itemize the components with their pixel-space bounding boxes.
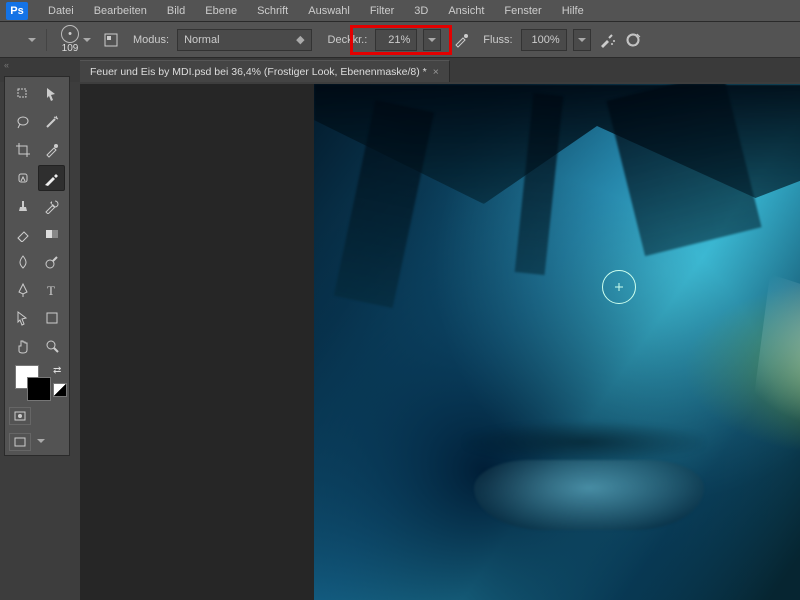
swap-colors-icon[interactable]: ⇄ bbox=[53, 365, 61, 376]
hand-tool[interactable] bbox=[9, 333, 36, 359]
menu-bar: Ps Datei Bearbeiten Bild Ebene Schrift A… bbox=[0, 0, 800, 22]
document-canvas[interactable] bbox=[314, 84, 800, 600]
opacity-label: Deckkr.: bbox=[322, 34, 370, 46]
menu-select[interactable]: Auswahl bbox=[298, 2, 360, 20]
current-tool-icon[interactable] bbox=[14, 31, 22, 49]
artwork-region bbox=[464, 422, 704, 462]
opacity-dropdown[interactable] bbox=[423, 29, 441, 51]
blend-mode-value: Normal bbox=[184, 34, 284, 46]
path-select-tool[interactable] bbox=[9, 305, 36, 331]
canvas-area[interactable] bbox=[80, 84, 800, 600]
screenmode-row bbox=[9, 427, 65, 451]
move-tool[interactable] bbox=[9, 81, 36, 107]
history-brush-tool[interactable] bbox=[38, 193, 65, 219]
quickmask-toggle[interactable] bbox=[9, 407, 31, 425]
close-icon[interactable]: × bbox=[433, 66, 439, 78]
chevron-down-icon bbox=[578, 38, 586, 42]
blend-mode-dropdown[interactable]: Normal ◆ bbox=[177, 29, 311, 51]
artwork-region bbox=[474, 460, 704, 530]
tools-panel: T ⇄ bbox=[4, 76, 70, 456]
pen-tool[interactable] bbox=[9, 277, 36, 303]
menu-edit[interactable]: Bearbeiten bbox=[84, 2, 157, 20]
menu-window[interactable]: Fenster bbox=[494, 2, 551, 20]
arrow-tool[interactable] bbox=[38, 81, 65, 107]
brush-tool[interactable] bbox=[38, 165, 65, 191]
opacity-value: 21% bbox=[382, 34, 410, 46]
chevron-down-icon bbox=[428, 38, 436, 42]
artwork-region bbox=[714, 274, 800, 444]
airbrush-icon[interactable] bbox=[597, 30, 617, 50]
color-swatches[interactable]: ⇄ bbox=[9, 365, 65, 399]
brush-panel-toggle-icon[interactable] bbox=[101, 30, 121, 50]
menu-3d[interactable]: 3D bbox=[404, 2, 438, 20]
zoom-tool[interactable] bbox=[38, 333, 65, 359]
dock-grip[interactable]: « bbox=[4, 60, 14, 70]
document-tab-bar: Feuer und Eis by MDI.psd bei 36,4% (Fros… bbox=[0, 58, 800, 82]
options-bar: • 109 Modus: Normal ◆ Deckkr.: 21% Fluss… bbox=[0, 22, 800, 58]
menu-view[interactable]: Ansicht bbox=[438, 2, 494, 20]
menu-filter[interactable]: Filter bbox=[360, 2, 404, 20]
chevron-down-icon bbox=[83, 38, 91, 42]
crop-tool[interactable] bbox=[9, 137, 36, 163]
menu-file[interactable]: Datei bbox=[38, 2, 84, 20]
eyedropper-tool[interactable] bbox=[38, 137, 65, 163]
document-tab[interactable]: Feuer und Eis by MDI.psd bei 36,4% (Fros… bbox=[80, 60, 450, 82]
opacity-field[interactable]: 21% bbox=[375, 29, 417, 51]
lasso-tool[interactable] bbox=[9, 109, 36, 135]
svg-text:T: T bbox=[47, 283, 55, 298]
clone-stamp-tool[interactable] bbox=[9, 193, 36, 219]
opacity-group: Deckkr.: 21% bbox=[318, 27, 446, 53]
mode-label: Modus: bbox=[127, 34, 171, 46]
flow-label: Fluss: bbox=[477, 34, 514, 46]
brush-preset-picker[interactable]: • 109 bbox=[57, 24, 95, 55]
healing-brush-tool[interactable] bbox=[9, 165, 36, 191]
app-logo[interactable]: Ps bbox=[6, 2, 28, 20]
flow-dropdown[interactable] bbox=[573, 29, 591, 51]
tablet-opacity-icon[interactable] bbox=[451, 30, 471, 50]
eraser-tool[interactable] bbox=[9, 221, 36, 247]
brush-tip-icon: • bbox=[61, 25, 79, 43]
menu-type[interactable]: Schrift bbox=[247, 2, 298, 20]
shape-tool[interactable] bbox=[38, 305, 65, 331]
magic-wand-tool[interactable] bbox=[38, 109, 65, 135]
quickmask-row bbox=[9, 401, 65, 425]
default-colors-icon[interactable] bbox=[53, 383, 67, 397]
flow-value: 100% bbox=[528, 34, 560, 46]
background-color-swatch[interactable] bbox=[27, 377, 51, 401]
tool-preset-dropdown-icon[interactable] bbox=[28, 38, 36, 42]
blur-tool[interactable] bbox=[9, 249, 36, 275]
separator bbox=[46, 29, 47, 51]
dodge-tool[interactable] bbox=[38, 249, 65, 275]
chevron-down-icon[interactable] bbox=[37, 439, 45, 443]
menu-layer[interactable]: Ebene bbox=[195, 2, 247, 20]
gradient-tool[interactable] bbox=[38, 221, 65, 247]
menu-image[interactable]: Bild bbox=[157, 2, 195, 20]
tablet-size-icon[interactable] bbox=[623, 30, 643, 50]
brush-size-value: 109 bbox=[62, 43, 79, 54]
screen-mode-button[interactable] bbox=[9, 433, 31, 451]
brush-cursor-icon bbox=[602, 270, 636, 304]
menu-help[interactable]: Hilfe bbox=[552, 2, 594, 20]
flow-field[interactable]: 100% bbox=[521, 29, 567, 51]
document-tab-title: Feuer und Eis by MDI.psd bei 36,4% (Fros… bbox=[90, 66, 427, 78]
type-tool[interactable]: T bbox=[38, 277, 65, 303]
